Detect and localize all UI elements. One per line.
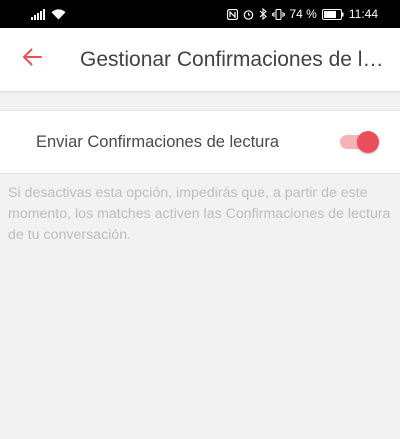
battery-icon xyxy=(321,8,344,20)
app-bar: Gestionar Confirmaciones de lectura xyxy=(0,28,400,91)
bluetooth-icon xyxy=(259,8,267,20)
read-receipts-setting-row[interactable]: Enviar Confirmaciones de lectura xyxy=(0,110,400,174)
status-bar: 74 % 11:44 xyxy=(0,0,400,28)
status-left xyxy=(31,8,66,20)
signal-icon xyxy=(31,8,45,20)
toggle-knob xyxy=(357,131,379,153)
nfc-icon xyxy=(226,8,238,20)
status-right: 74 % 11:44 xyxy=(226,7,378,21)
wifi-icon xyxy=(51,8,66,20)
clock: 11:44 xyxy=(348,7,378,21)
back-button[interactable] xyxy=(17,45,47,75)
arrow-left-icon xyxy=(22,48,42,71)
vibrate-icon xyxy=(271,8,285,20)
page-title: Gestionar Confirmaciones de lectura xyxy=(80,47,385,71)
alarm-icon xyxy=(243,9,254,20)
setting-description: Si desactivas esta opción, impedirás que… xyxy=(8,185,391,243)
read-receipts-label: Enviar Confirmaciones de lectura xyxy=(36,132,280,151)
read-receipts-toggle[interactable] xyxy=(340,131,379,153)
battery-percent: 74 % xyxy=(289,7,317,21)
